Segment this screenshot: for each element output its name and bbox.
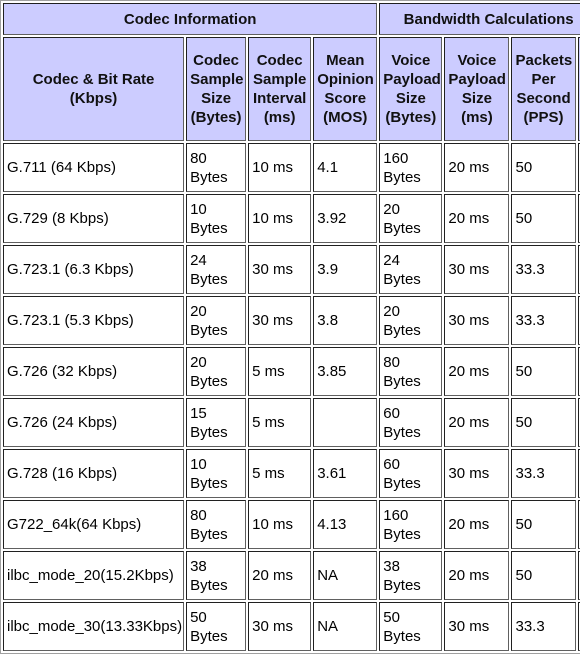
cell-sample-size: 10 Bytes <box>186 449 247 498</box>
cell-pps: 50 <box>511 398 576 447</box>
cell-codec: G.728 (16 Kbps) <box>3 449 185 498</box>
cell-codec: G.726 (32 Kbps) <box>3 347 185 396</box>
cell-pps: 50 <box>511 194 576 243</box>
cell-pps: 50 <box>511 143 576 192</box>
table-body: G.711 (64 Kbps) 80 Bytes 10 ms 4.1 160 Bytes… <box>3 143 580 651</box>
cell-mos: NA <box>313 602 378 651</box>
table-row: ilbc_mode_30(13.33Kbps) 50 Bytes 30 ms NA 50… <box>3 602 580 651</box>
cell-payload-ms: 30 ms <box>444 245 510 294</box>
cell-mos: 3.92 <box>313 194 378 243</box>
table-row: G.723.1 (6.3 Kbps) 24 Bytes 30 ms 3.9 24 Byt… <box>3 245 580 294</box>
cell-sample-interval: 10 ms <box>248 143 312 192</box>
cell-pps: 50 <box>511 347 576 396</box>
column-header-mos: Mean Opinion Score (MOS) <box>313 37 378 141</box>
cell-payload-bytes: 80 Bytes <box>379 347 443 396</box>
cell-sample-size: 80 Bytes <box>186 500 247 549</box>
cell-mos: 3.61 <box>313 449 378 498</box>
table-row: G722_64k(64 Kbps) 80 Bytes 10 ms 4.13 160 By… <box>3 500 580 549</box>
cell-payload-ms: 20 ms <box>444 143 510 192</box>
cell-payload-ms: 20 ms <box>444 398 510 447</box>
group-header-bandwidth: Bandwidth Calculations <box>379 3 580 35</box>
cell-codec: ilbc_mode_30(13.33Kbps) <box>3 602 185 651</box>
cell-payload-bytes: 20 Bytes <box>379 194 443 243</box>
cell-mos: 4.13 <box>313 500 378 549</box>
cell-payload-ms: 20 ms <box>444 551 510 600</box>
cell-pps: 50 <box>511 551 576 600</box>
cell-pps: 50 <box>511 500 576 549</box>
column-header-pps: Packets Per Second (PPS) <box>511 37 576 141</box>
cell-sample-size: 80 Bytes <box>186 143 247 192</box>
cell-sample-interval: 30 ms <box>248 245 312 294</box>
cell-codec: G722_64k(64 Kbps) <box>3 500 185 549</box>
table-row: G.723.1 (5.3 Kbps) 20 Bytes 30 ms 3.8 20 Byt… <box>3 296 580 345</box>
group-header-row: Codec Information Bandwidth Calculations <box>3 3 580 35</box>
cell-sample-interval: 30 ms <box>248 602 312 651</box>
column-header-row: Codec & Bit Rate (Kbps) Codec Sample Siz… <box>3 37 580 141</box>
cell-sample-interval: 20 ms <box>248 551 312 600</box>
cell-payload-bytes: 60 Bytes <box>379 398 443 447</box>
cell-sample-interval: 30 ms <box>248 296 312 345</box>
cell-pps: 33.3 <box>511 602 576 651</box>
cell-payload-ms: 20 ms <box>444 500 510 549</box>
cell-payload-bytes: 60 Bytes <box>379 449 443 498</box>
cell-sample-interval: 5 ms <box>248 347 312 396</box>
cell-sample-interval: 10 ms <box>248 500 312 549</box>
cell-sample-size: 20 Bytes <box>186 347 247 396</box>
column-header-sample-size: Codec Sample Size (Bytes) <box>186 37 247 141</box>
cell-sample-interval: 5 ms <box>248 449 312 498</box>
cell-mos <box>313 398 378 447</box>
cell-payload-bytes: 20 Bytes <box>379 296 443 345</box>
table-row: G.726 (32 Kbps) 20 Bytes 5 ms 3.85 80 Bytes 2… <box>3 347 580 396</box>
group-header-codec-info: Codec Information <box>3 3 378 35</box>
cell-sample-interval: 10 ms <box>248 194 312 243</box>
cell-payload-ms: 20 ms <box>444 347 510 396</box>
table-row: G.729 (8 Kbps) 10 Bytes 10 ms 3.92 20 Bytes 2… <box>3 194 580 243</box>
cell-payload-bytes: 160 Bytes <box>379 143 443 192</box>
cell-payload-bytes: 38 Bytes <box>379 551 443 600</box>
cell-codec: G.723.1 (6.3 Kbps) <box>3 245 185 294</box>
cell-codec: G.723.1 (5.3 Kbps) <box>3 296 185 345</box>
column-header-codec: Codec & Bit Rate (Kbps) <box>3 37 185 141</box>
cell-sample-size: 24 Bytes <box>186 245 247 294</box>
cell-payload-bytes: 50 Bytes <box>379 602 443 651</box>
cell-payload-bytes: 160 Bytes <box>379 500 443 549</box>
cell-mos: NA <box>313 551 378 600</box>
cell-payload-ms: 20 ms <box>444 194 510 243</box>
cell-pps: 33.3 <box>511 449 576 498</box>
cell-sample-interval: 5 ms <box>248 398 312 447</box>
table-row: G.726 (24 Kbps) 15 Bytes 5 ms 60 Bytes 20 ms… <box>3 398 580 447</box>
cell-pps: 33.3 <box>511 296 576 345</box>
cell-mos: 3.9 <box>313 245 378 294</box>
cell-payload-ms: 30 ms <box>444 296 510 345</box>
table-row: G.728 (16 Kbps) 10 Bytes 5 ms 3.61 60 Bytes 3… <box>3 449 580 498</box>
cell-sample-size: 15 Bytes <box>186 398 247 447</box>
cell-mos: 4.1 <box>313 143 378 192</box>
cell-sample-size: 20 Bytes <box>186 296 247 345</box>
codec-bandwidth-table: Codec Information Bandwidth Calculations… <box>0 0 580 654</box>
cell-codec: G.711 (64 Kbps) <box>3 143 185 192</box>
table-row: G.711 (64 Kbps) 80 Bytes 10 ms 4.1 160 Bytes… <box>3 143 580 192</box>
cell-mos: 3.85 <box>313 347 378 396</box>
cell-payload-ms: 30 ms <box>444 602 510 651</box>
table-row: ilbc_mode_20(15.2Kbps) 38 Bytes 20 ms NA 38 … <box>3 551 580 600</box>
codec-table-container: Codec Information Bandwidth Calculations… <box>0 0 580 654</box>
cell-sample-size: 50 Bytes <box>186 602 247 651</box>
cell-payload-ms: 30 ms <box>444 449 510 498</box>
column-header-payload-bytes: Voice Payload Size (Bytes) <box>379 37 443 141</box>
cell-payload-bytes: 24 Bytes <box>379 245 443 294</box>
cell-codec: G.729 (8 Kbps) <box>3 194 185 243</box>
cell-sample-size: 10 Bytes <box>186 194 247 243</box>
cell-codec: ilbc_mode_20(15.2Kbps) <box>3 551 185 600</box>
cell-pps: 33.3 <box>511 245 576 294</box>
cell-mos: 3.8 <box>313 296 378 345</box>
cell-sample-size: 38 Bytes <box>186 551 247 600</box>
column-header-sample-interval: Codec Sample Interval (ms) <box>248 37 312 141</box>
column-header-payload-ms: Voice Payload Size (ms) <box>444 37 510 141</box>
cell-codec: G.726 (24 Kbps) <box>3 398 185 447</box>
